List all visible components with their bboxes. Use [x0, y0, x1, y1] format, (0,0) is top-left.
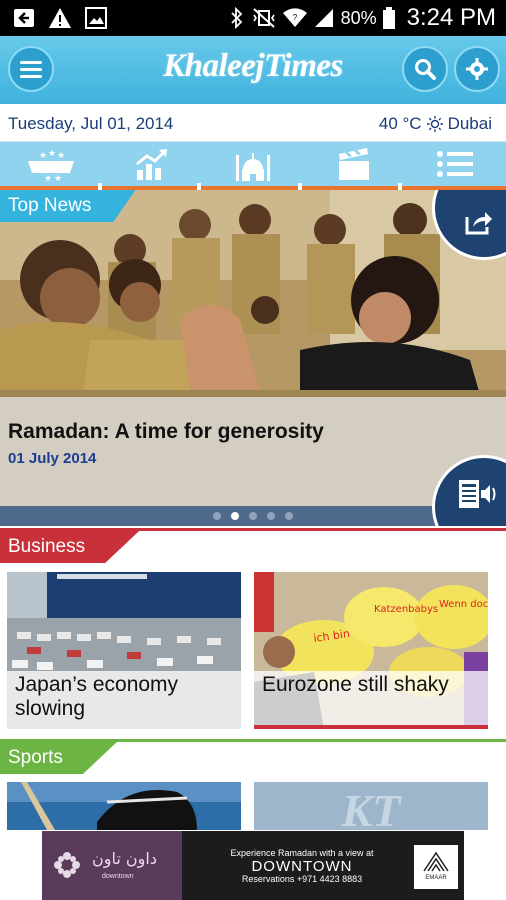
svg-text:Wenn doch: Wenn doch	[439, 599, 488, 610]
emaar-logo: EMAAR	[414, 845, 458, 889]
carousel-dot[interactable]	[213, 512, 221, 520]
ad-line-3: Reservations +971 4423 8883	[241, 874, 363, 884]
current-date: Tuesday, Jul 01, 2014	[8, 114, 174, 133]
ad-copy: Experience Ramadan with a view at DOWNTO…	[192, 847, 412, 886]
top-news-tag: Top News	[0, 190, 135, 222]
wifi-icon: ?	[282, 8, 307, 27]
battery-percent: 80%	[340, 7, 377, 28]
svg-text:?: ?	[292, 13, 297, 22]
settings-button[interactable]	[454, 46, 500, 92]
card-photo	[7, 782, 241, 830]
emaar-label: EMAAR	[425, 875, 447, 881]
business-card-2[interactable]: ich bin Katzenbabys Wenn doch Eurozone s…	[254, 572, 488, 729]
carousel-dot[interactable]	[285, 512, 293, 520]
business-section-header[interactable]: Business	[0, 528, 506, 564]
app-header: KhaleejTimes	[0, 36, 506, 104]
top-news-headline[interactable]: Ramadan: A time for generosity	[8, 420, 324, 444]
clock: 3:24 PM	[406, 4, 496, 31]
card-caption: Eurozone still shaky	[254, 671, 488, 729]
carousel-dot[interactable]	[267, 512, 275, 520]
sports-card-2[interactable]: KT	[254, 782, 488, 830]
warning-icon	[49, 8, 71, 28]
signal-icon	[314, 9, 333, 27]
gear-icon	[466, 58, 488, 80]
sports-section-header[interactable]: Sports	[0, 739, 506, 775]
khaleej-times-logo: KhaleejTimes	[163, 48, 343, 84]
emaar-mark-icon	[423, 851, 449, 872]
hamburger-icon	[20, 61, 42, 78]
ad-banner[interactable]: داون تاون downtown Experience Ramadan wi…	[42, 831, 464, 900]
carousel-dot-active[interactable]	[231, 512, 239, 520]
status-bar: ? 80% 3:24 PM	[0, 0, 506, 36]
bluetooth-icon	[230, 7, 242, 29]
svg-text:★: ★	[54, 174, 62, 181]
section-rule	[0, 528, 506, 531]
tab-more[interactable]	[405, 142, 506, 186]
business-tag: Business	[0, 531, 139, 563]
search-button[interactable]	[402, 46, 448, 92]
flower-emblem-icon	[54, 852, 80, 878]
brand-english: downtown	[102, 873, 134, 880]
stars-badge-icon: ★ ★ ★★ ★	[27, 149, 74, 181]
section-rule	[0, 739, 506, 742]
search-icon	[415, 59, 436, 80]
list-icon	[437, 151, 474, 177]
temperature: 40 °C	[378, 114, 422, 133]
add-box-icon	[14, 9, 34, 27]
share-icon	[465, 212, 492, 235]
image-icon	[85, 7, 107, 29]
date-weather-row: Tuesday, Jul 01, 2014 40 °C Dubai	[0, 106, 506, 142]
top-news-carousel[interactable]: Top News Ramadan: A time for generosity …	[0, 190, 506, 526]
sports-tag: Sports	[0, 742, 117, 774]
city: Dubai	[447, 114, 492, 133]
svg-text:KT: KT	[341, 785, 403, 830]
sports-card-1[interactable]	[7, 782, 241, 830]
tab-home[interactable]: ★ ★ ★ ★ ★	[0, 142, 101, 186]
tab-markets[interactable]	[101, 142, 202, 186]
card-caption: Japan’s economy slowing	[7, 671, 241, 729]
svg-text:★: ★	[57, 151, 65, 161]
business-card-1[interactable]: Japan’s economy slowing	[7, 572, 241, 729]
downtown-brand-block: داون تاون downtown	[42, 831, 182, 900]
weather: 40 °C Dubai	[379, 114, 492, 134]
carousel-dot[interactable]	[249, 512, 257, 520]
vibrate-mute-icon	[252, 8, 275, 28]
battery-icon	[382, 7, 395, 29]
svg-text:Katzenbabys: Katzenbabys	[374, 604, 438, 615]
mosque-icon	[236, 153, 270, 181]
svg-text:★: ★	[48, 149, 56, 159]
clapperboard-icon	[339, 148, 370, 180]
tab-religion[interactable]	[202, 142, 303, 186]
brand-arabic: داون تاون	[92, 849, 157, 868]
carousel-indicator	[0, 506, 506, 526]
tab-entertainment[interactable]	[304, 142, 405, 186]
top-news-date: 01 July 2014	[8, 450, 97, 467]
svg-text:★: ★	[44, 174, 52, 181]
card-accent-bar	[254, 725, 488, 729]
sun-icon	[426, 116, 443, 132]
chart-trend-icon	[135, 149, 167, 180]
svg-text:★: ★	[39, 151, 47, 161]
read-aloud-icon	[459, 480, 496, 508]
card-photo: KT	[254, 782, 488, 830]
category-nav: ★ ★ ★ ★ ★	[0, 142, 506, 186]
ad-line-2: DOWNTOWN	[251, 858, 353, 875]
menu-button[interactable]	[8, 46, 54, 92]
